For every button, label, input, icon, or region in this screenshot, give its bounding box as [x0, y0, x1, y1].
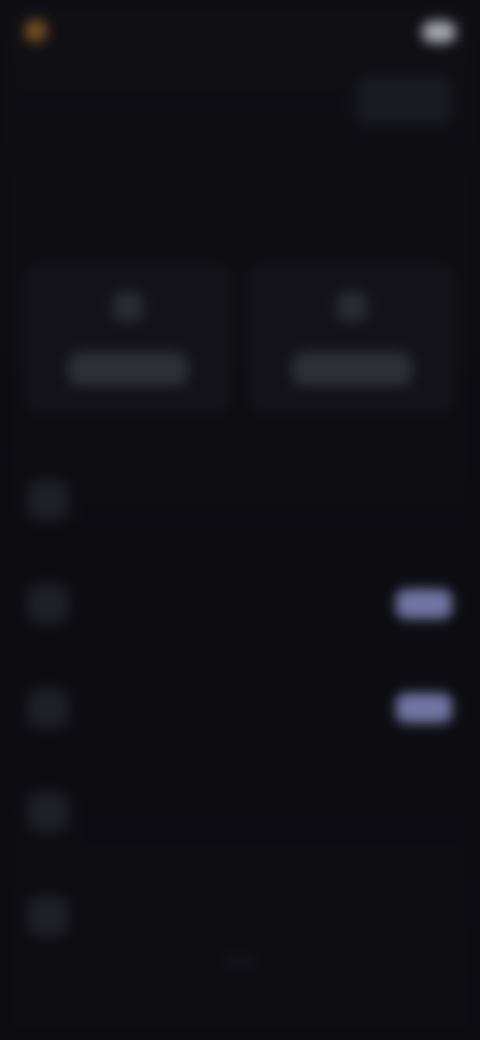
tile-app-icon [113, 292, 143, 322]
tile-app-icon [337, 292, 367, 322]
list-item[interactable] [28, 448, 452, 552]
header-actions [412, 21, 456, 43]
item-icon [28, 896, 68, 936]
action-tile[interactable] [248, 264, 456, 414]
brand[interactable] [24, 19, 60, 45]
subtitle-row [30, 77, 450, 123]
footer [0, 954, 480, 972]
list-item-text [88, 910, 452, 922]
top-bar [24, 14, 456, 50]
option-list [28, 448, 452, 968]
status-badge[interactable] [396, 589, 452, 619]
list-item-text [88, 598, 376, 610]
list-item[interactable] [28, 760, 452, 864]
action-tiles [24, 264, 456, 414]
action-tile[interactable] [24, 264, 232, 414]
brand-logo-icon [24, 19, 50, 45]
list-item-text [88, 806, 452, 818]
item-icon [28, 688, 68, 728]
profile-button[interactable] [422, 21, 456, 43]
list-item-text [88, 494, 452, 506]
list-item[interactable] [28, 864, 452, 968]
summary-card[interactable] [358, 77, 450, 123]
tile-button[interactable] [68, 352, 188, 386]
footer-button[interactable] [226, 955, 254, 967]
list-item-text [88, 702, 376, 714]
status-badge[interactable] [396, 693, 452, 723]
item-icon [28, 792, 68, 832]
list-item[interactable] [28, 656, 452, 760]
item-icon [28, 480, 68, 520]
app-screen [0, 0, 480, 1040]
list-item[interactable] [28, 552, 452, 656]
tile-button[interactable] [292, 352, 412, 386]
item-icon [28, 584, 68, 624]
